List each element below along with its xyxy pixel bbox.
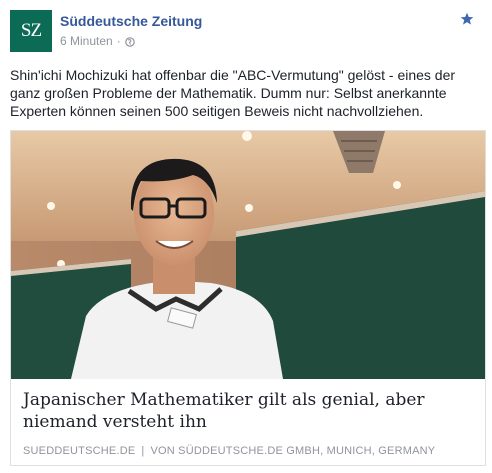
link-preview-image[interactable]	[11, 131, 485, 379]
star-icon[interactable]	[460, 12, 474, 26]
caption-divider: |	[141, 445, 145, 457]
link-domain: SUEDDEUTSCHE.DE	[23, 445, 136, 457]
meta-separator: ·	[116, 34, 121, 48]
link-preview-card[interactable]: Japanischer Mathematiker gilt als genial…	[10, 130, 486, 466]
post-meta: 6 Minuten ·	[60, 34, 135, 48]
link-byline: VON SÜDDEUTSCHE.DE GMBH, MUNICH, GERMANY	[150, 445, 436, 457]
page-name-link[interactable]: Süddeutsche Zeitung	[60, 13, 202, 29]
post-timestamp[interactable]: 6 Minuten	[60, 34, 113, 48]
page-avatar[interactable]: SZ	[10, 10, 52, 52]
link-title[interactable]: Japanischer Mathematiker gilt als genial…	[23, 389, 473, 433]
post-header: SZ Süddeutsche Zeitung 6 Minuten ·	[10, 10, 482, 54]
post-message: Shin'ichi Mochizuki hat offenbar die "AB…	[10, 67, 456, 119]
globe-icon[interactable]	[124, 36, 135, 47]
link-caption: SUEDDEUTSCHE.DE | VON SÜDDEUTSCHE.DE GMBH,…	[23, 445, 483, 457]
